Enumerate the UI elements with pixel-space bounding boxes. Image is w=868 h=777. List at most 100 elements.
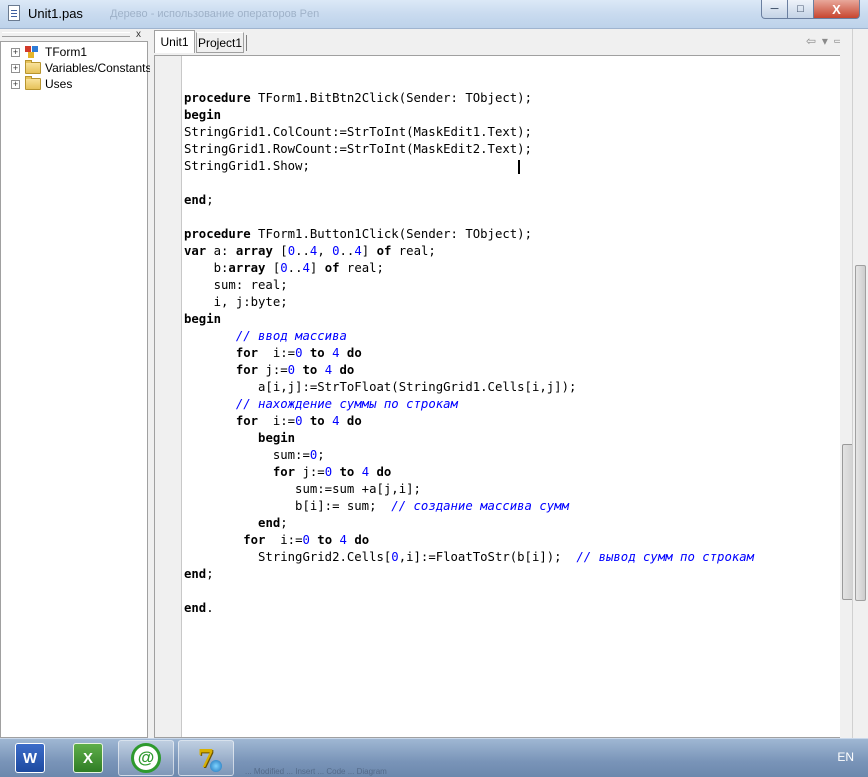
code-line[interactable]: end; <box>184 192 754 209</box>
code-text: sum: real; <box>184 278 288 292</box>
code-line[interactable]: a[i,j]:=StrToFloat(StringGrid1.Cells[i,j… <box>184 379 754 396</box>
tree-item-tform1[interactable]: + TForm1 <box>1 44 87 60</box>
code-line[interactable] <box>184 73 754 90</box>
explorer-grip[interactable] <box>2 32 130 37</box>
code-line[interactable]: for j:=0 to 4 do <box>184 464 754 481</box>
code-comment: // нахождение суммы по строкам <box>235 397 458 411</box>
close-button[interactable]: X <box>814 0 860 19</box>
scrollbar-thumb[interactable] <box>855 265 866 601</box>
code-explorer: x + TForm1 + Variables/Constants + Uses <box>0 29 152 738</box>
ide-window: Unit1.pas Дерево - использование операто… <box>0 0 868 738</box>
code-keyword: of <box>324 261 340 275</box>
code-line[interactable] <box>184 175 754 192</box>
tab-project1[interactable]: Project1 <box>196 32 244 53</box>
code-keyword: end <box>184 193 207 207</box>
code-line[interactable]: begin <box>184 430 754 447</box>
expand-plus-icon[interactable]: + <box>11 63 20 73</box>
code-line[interactable]: procedure TForm1.BitBtn2Click(Sender: TO… <box>184 90 754 107</box>
tree-item-variables-constants[interactable]: + Variables/Constants <box>1 60 152 76</box>
code-line[interactable]: end; <box>184 515 754 532</box>
taskbar-delphi-button[interactable]: 7 <box>178 740 234 776</box>
chevron-down-icon[interactable]: ▾ <box>822 34 828 48</box>
code-text: a[i,j]:=StrToFloat(StringGrid1.Cells[i,j… <box>184 380 577 394</box>
code-line[interactable]: for i:=0 to 4 do <box>184 345 754 362</box>
code-number: 0 <box>302 533 310 547</box>
code-number: 4 <box>302 261 310 275</box>
code-text: a: <box>206 244 236 258</box>
code-line[interactable]: // нахождение суммы по строкам <box>184 396 754 413</box>
window-scrollbar[interactable] <box>852 29 868 738</box>
code-text: StringGrid1.ColCount:=StrToInt(MaskEdit1… <box>184 125 532 139</box>
code-keyword: begin <box>184 312 222 326</box>
code-line[interactable]: StringGrid1.ColCount:=StrToInt(MaskEdit1… <box>184 124 754 141</box>
code-text: i:= <box>258 414 296 428</box>
code-line[interactable]: sum:=0; <box>184 447 754 464</box>
code-line[interactable]: procedure TForm1.Button1Click(Sender: TO… <box>184 226 754 243</box>
code-text: ] <box>309 261 325 275</box>
expand-plus-icon[interactable]: + <box>11 47 20 57</box>
code-keyword: for <box>235 346 259 360</box>
code-number: 4 <box>324 363 333 377</box>
expand-plus-icon[interactable]: + <box>11 79 20 89</box>
editor-gutter[interactable] <box>155 56 182 737</box>
explorer-header: x <box>0 29 150 41</box>
code-line[interactable]: end. <box>184 600 754 617</box>
code-line[interactable]: sum: real; <box>184 277 754 294</box>
code-text: ; <box>206 193 214 207</box>
taskbar: W X @ 7 ... Modified ... Insert ... Code… <box>0 738 868 777</box>
code-line[interactable]: StringGrid2.Cells[0,i]:=FloatToStr(b[i])… <box>184 549 754 566</box>
taskbar-excel-button[interactable]: X <box>60 740 116 776</box>
window-title: Unit1.pas <box>28 6 83 21</box>
code-keyword: end <box>184 601 207 615</box>
code-line[interactable]: i, j:byte; <box>184 294 754 311</box>
minimize-button[interactable]: ─ <box>761 0 788 19</box>
tree-item-label: Variables/Constants <box>45 61 152 75</box>
code-line[interactable]: for j:=0 to 4 do <box>184 362 754 379</box>
code-keyword: end <box>184 567 207 581</box>
folder-icon <box>25 76 41 90</box>
tab-unit1[interactable]: Unit1 <box>154 30 195 53</box>
code-line[interactable]: StringGrid1.RowCount:=StrToInt(MaskEdit2… <box>184 141 754 158</box>
back-arrow-icon[interactable]: ⇦ <box>806 34 816 48</box>
taskbar-word-button[interactable]: W <box>2 740 58 776</box>
language-indicator[interactable]: EN <box>837 750 854 764</box>
mail-agent-icon: @ <box>131 743 161 773</box>
explorer-close-icon[interactable]: x <box>136 30 141 40</box>
taskbar-mail-agent-button[interactable]: @ <box>118 740 174 776</box>
code-text: StringGrid1.RowCount:=StrToInt(MaskEdit2… <box>184 142 532 156</box>
code-text: sum:= <box>184 448 310 462</box>
code-line[interactable] <box>184 583 754 600</box>
code-line[interactable] <box>184 209 754 226</box>
code-line[interactable]: for i:=0 to 4 do <box>184 413 754 430</box>
code-text: ,i]:=FloatToStr(b[i]); <box>398 550 577 564</box>
code-line[interactable]: begin <box>184 107 754 124</box>
editor-tabs: Unit1 Project1 ⇦ ▾ ⇨ ▾ <box>150 29 868 55</box>
title-bar[interactable]: Unit1.pas Дерево - использование операто… <box>0 0 868 29</box>
code-line[interactable]: b[i]:= sum; // создание массива сумм <box>184 498 754 515</box>
code-keyword: do <box>346 346 362 360</box>
code-line[interactable]: var a: array [0..4, 0..4] of real; <box>184 243 754 260</box>
code-line[interactable]: b:array [0..4] of real; <box>184 260 754 277</box>
maximize-button[interactable]: □ <box>788 0 814 19</box>
source-code[interactable]: procedure TForm1.BitBtn2Click(Sender: TO… <box>184 73 754 617</box>
code-text: .. <box>339 244 355 258</box>
code-line[interactable]: begin <box>184 311 754 328</box>
code-number: 4 <box>332 346 340 360</box>
code-text: ; <box>280 516 288 530</box>
code-editor[interactable]: procedure TForm1.BitBtn2Click(Sender: TO… <box>154 55 854 738</box>
code-line[interactable]: for i:=0 to 4 do <box>184 532 754 549</box>
code-line[interactable]: end; <box>184 566 754 583</box>
code-line[interactable]: StringGrid1.Show; <box>184 158 754 175</box>
code-line[interactable]: sum:=sum +a[j,i]; <box>184 481 754 498</box>
code-number: 0 <box>332 244 340 258</box>
tree-item-uses[interactable]: + Uses <box>1 76 73 92</box>
code-text: ; <box>206 567 214 581</box>
code-line[interactable]: // ввод массива <box>184 328 754 345</box>
